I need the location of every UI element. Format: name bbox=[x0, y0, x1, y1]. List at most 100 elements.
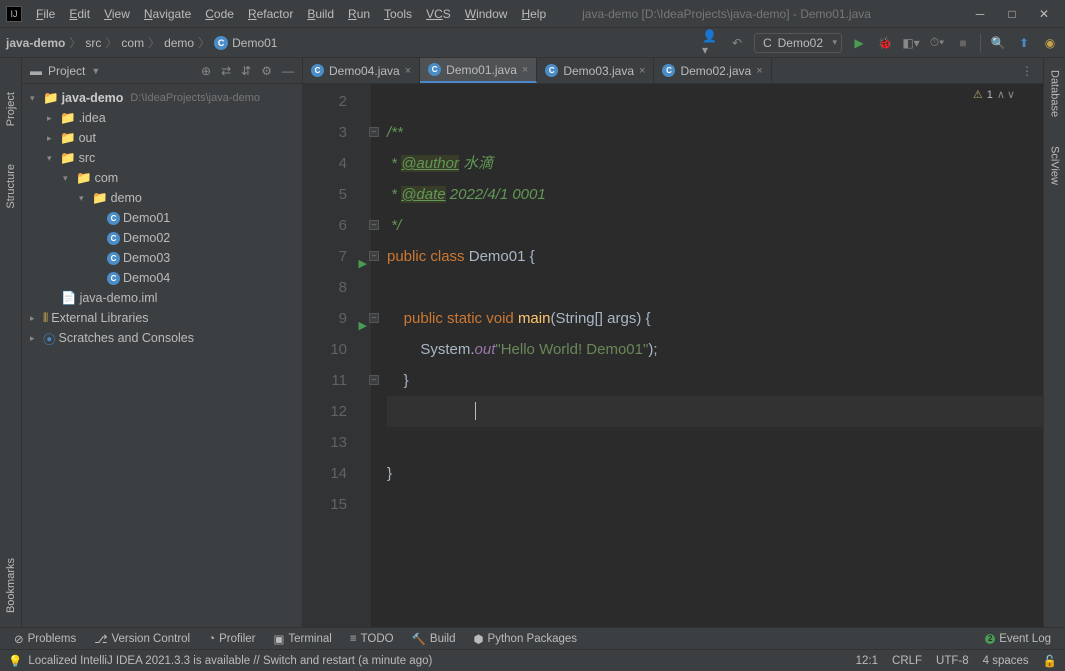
back-arrow-icon[interactable]: ↶ bbox=[728, 34, 746, 52]
collapse-all-icon[interactable]: ⇵ bbox=[241, 64, 251, 78]
tree-out[interactable]: ▸📁out bbox=[22, 128, 302, 148]
profiler-tool[interactable]: ◔Profiler bbox=[202, 633, 261, 645]
window-title: java-demo [D:\IdeaProjects\java-demo] - … bbox=[552, 7, 973, 21]
run-config-selector[interactable]: C Demo02 bbox=[754, 33, 842, 53]
problems-indicator[interactable]: ⚠ 1 ∧∨ bbox=[973, 88, 1015, 101]
structure-tab[interactable]: Structure bbox=[3, 160, 19, 213]
breadcrumb-com[interactable]: com bbox=[121, 36, 144, 50]
menu-view[interactable]: View bbox=[98, 5, 136, 23]
version-control-tool[interactable]: ⎇Version Control bbox=[88, 632, 196, 646]
bottom-toolbar: ⊘Problems ⎇Version Control ◔Profiler ▣Te… bbox=[0, 627, 1065, 649]
fold-icon[interactable]: – bbox=[369, 220, 379, 230]
tree-scratches[interactable]: ▸⦿Scratches and Consoles bbox=[22, 328, 302, 348]
ide-icon[interactable]: ◉ bbox=[1041, 34, 1059, 52]
stop-button[interactable]: ■ bbox=[954, 34, 972, 52]
menu-run[interactable]: Run bbox=[342, 5, 376, 23]
prev-problem-icon[interactable]: ∧ bbox=[997, 88, 1005, 101]
breadcrumb-root[interactable]: java-demo bbox=[6, 36, 65, 50]
editor-area: CDemo04.java× CDemo01.java× CDemo03.java… bbox=[303, 58, 1043, 627]
bookmarks-tab[interactable]: Bookmarks bbox=[3, 554, 19, 617]
tabs-more-icon[interactable]: ⋮ bbox=[1011, 58, 1043, 83]
fold-icon[interactable]: – bbox=[369, 251, 379, 261]
tree-demo02[interactable]: CDemo02 bbox=[22, 228, 302, 248]
menu-window[interactable]: Window bbox=[459, 5, 514, 23]
close-button[interactable]: ✕ bbox=[1037, 7, 1051, 21]
cursor-position[interactable]: 12:1 bbox=[856, 655, 878, 667]
fold-icon[interactable]: – bbox=[369, 313, 379, 323]
terminal-tool[interactable]: ▣Terminal bbox=[268, 632, 338, 646]
menu-edit[interactable]: Edit bbox=[63, 5, 96, 23]
build-tool[interactable]: 🔨Build bbox=[406, 632, 462, 646]
file-encoding[interactable]: UTF-8 bbox=[936, 655, 969, 667]
coverage-button[interactable]: ◧▾ bbox=[902, 34, 920, 52]
fold-icon[interactable]: – bbox=[369, 375, 379, 385]
tree-idea[interactable]: ▸📁.idea bbox=[22, 108, 302, 128]
tab-demo03[interactable]: CDemo03.java× bbox=[537, 58, 654, 83]
tree-demo03[interactable]: CDemo03 bbox=[22, 248, 302, 268]
user-icon[interactable]: 👤▾ bbox=[702, 34, 720, 52]
project-panel-title[interactable]: Project bbox=[48, 64, 85, 78]
update-icon[interactable]: ⬆ bbox=[1015, 34, 1033, 52]
tree-demo04[interactable]: CDemo04 bbox=[22, 268, 302, 288]
breadcrumb-demo[interactable]: demo bbox=[164, 36, 194, 50]
tree-demo[interactable]: ▾📁demo bbox=[22, 188, 302, 208]
fold-icon[interactable]: – bbox=[369, 127, 379, 137]
run-config-label: Demo02 bbox=[778, 36, 823, 50]
problems-tool[interactable]: ⊘Problems bbox=[8, 632, 82, 646]
menu-help[interactable]: Help bbox=[515, 5, 552, 23]
code-editor[interactable]: ⚠ 1 ∧∨ 2 3– 4 5 6– 7▶– 8 9▶– 10 11– 12 1… bbox=[303, 84, 1043, 627]
select-opened-file-icon[interactable]: ⊕ bbox=[201, 64, 211, 78]
gutter[interactable]: 2 3– 4 5 6– 7▶– 8 9▶– 10 11– 12 13 14 15 bbox=[303, 84, 371, 627]
indent-setting[interactable]: 4 spaces bbox=[983, 655, 1029, 667]
menu-refactor[interactable]: Refactor bbox=[242, 5, 299, 23]
profiler-button[interactable]: ⏱▾ bbox=[928, 34, 946, 52]
close-icon[interactable]: × bbox=[522, 64, 528, 76]
minimize-button[interactable]: ─ bbox=[973, 7, 987, 21]
maximize-button[interactable]: □ bbox=[1005, 7, 1019, 21]
breadcrumb-class[interactable]: Demo01 bbox=[232, 36, 277, 50]
tree-src[interactable]: ▾📁src bbox=[22, 148, 302, 168]
database-tab[interactable]: Database bbox=[1047, 68, 1063, 119]
project-tree[interactable]: ▾📁 java-demo D:\IdeaProjects\java-demo ▸… bbox=[22, 84, 302, 627]
line-separator[interactable]: CRLF bbox=[892, 655, 922, 667]
app-icon: IJ bbox=[6, 6, 22, 22]
todo-tool[interactable]: ≡TODO bbox=[344, 633, 400, 645]
tree-project-root[interactable]: ▾📁 java-demo D:\IdeaProjects\java-demo bbox=[22, 88, 302, 108]
dropdown-icon[interactable]: ▼ bbox=[91, 66, 100, 76]
close-icon[interactable]: × bbox=[756, 65, 762, 77]
tree-demo01[interactable]: CDemo01 bbox=[22, 208, 302, 228]
tip-icon[interactable]: 💡 bbox=[8, 654, 22, 668]
settings-icon[interactable]: ⚙ bbox=[261, 64, 272, 78]
debug-button[interactable]: 🐞 bbox=[876, 34, 894, 52]
event-log-tool[interactable]: 2Event Log bbox=[979, 633, 1057, 645]
next-problem-icon[interactable]: ∨ bbox=[1007, 88, 1015, 101]
tree-external-libs[interactable]: ▸⫴External Libraries bbox=[22, 308, 302, 328]
expand-all-icon[interactable]: ⇄ bbox=[221, 64, 231, 78]
project-tab[interactable]: Project bbox=[3, 88, 19, 130]
menu-vcs[interactable]: VCS bbox=[420, 5, 457, 23]
search-icon[interactable]: 🔍 bbox=[989, 34, 1007, 52]
menu-build[interactable]: Build bbox=[301, 5, 340, 23]
hide-panel-icon[interactable]: — bbox=[282, 64, 294, 78]
readonly-lock-icon[interactable]: 🔓 bbox=[1043, 654, 1057, 668]
status-message[interactable]: Localized IntelliJ IDEA 2021.3.3 is avai… bbox=[28, 655, 432, 667]
menu-navigate[interactable]: Navigate bbox=[138, 5, 197, 23]
sciview-tab[interactable]: SciView bbox=[1047, 144, 1063, 187]
main-area: Project Structure Bookmarks ▬ Project ▼ … bbox=[0, 58, 1065, 627]
tab-demo02[interactable]: CDemo02.java× bbox=[654, 58, 771, 83]
tree-com[interactable]: ▾📁com bbox=[22, 168, 302, 188]
breadcrumb-src[interactable]: src bbox=[85, 36, 101, 50]
close-icon[interactable]: × bbox=[405, 65, 411, 77]
python-packages-tool[interactable]: ⬢Python Packages bbox=[467, 632, 583, 646]
run-button[interactable]: ▶ bbox=[850, 34, 868, 52]
warning-count: 1 bbox=[987, 89, 993, 101]
menu-file[interactable]: File bbox=[30, 5, 61, 23]
breadcrumb[interactable]: java-demo 〉 src 〉 com 〉 demo 〉 C Demo01 bbox=[6, 34, 277, 51]
menu-tools[interactable]: Tools bbox=[378, 5, 418, 23]
code-content[interactable]: /** * @author 水滴 * @date 2022/4/1 0001 *… bbox=[371, 84, 1043, 627]
tab-demo04[interactable]: CDemo04.java× bbox=[303, 58, 420, 83]
close-icon[interactable]: × bbox=[639, 65, 645, 77]
tab-demo01[interactable]: CDemo01.java× bbox=[420, 58, 537, 83]
menu-code[interactable]: Code bbox=[199, 5, 240, 23]
tree-iml[interactable]: 📄java-demo.iml bbox=[22, 288, 302, 308]
